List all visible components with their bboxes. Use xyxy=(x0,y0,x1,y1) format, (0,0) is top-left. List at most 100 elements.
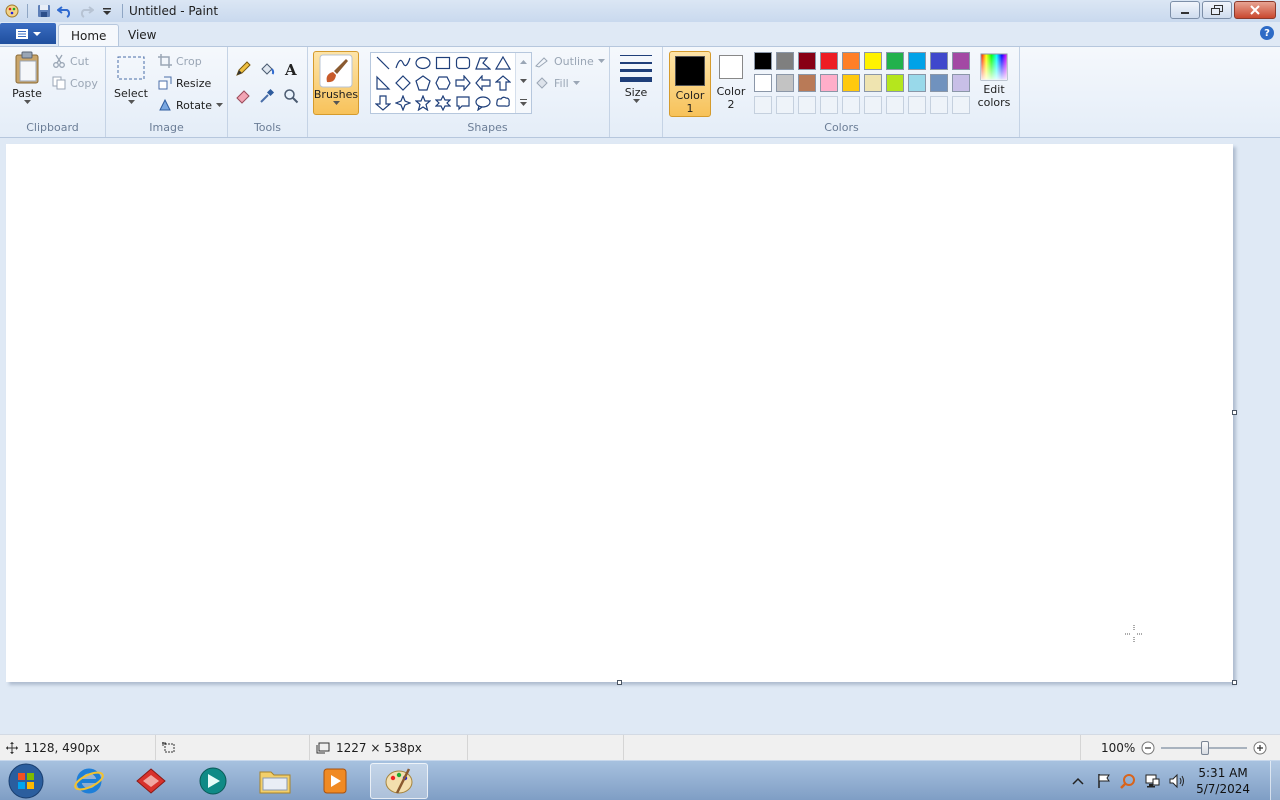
gallery-up-icon[interactable] xyxy=(520,60,527,65)
tab-home[interactable]: Home xyxy=(58,24,120,46)
brushes-button[interactable]: Brushes xyxy=(313,51,359,115)
edit-colors-button[interactable]: Edit colors xyxy=(974,53,1014,109)
pencil-icon[interactable] xyxy=(233,59,253,79)
left-arrow-shape-icon[interactable] xyxy=(473,73,493,93)
palette-swatch[interactable] xyxy=(798,74,816,92)
palette-swatch[interactable] xyxy=(754,74,772,92)
palette-swatch[interactable] xyxy=(820,52,838,70)
taskbar-internet-explorer[interactable] xyxy=(60,763,118,799)
rounded-callout-shape-icon[interactable] xyxy=(453,93,473,113)
zoom-out-icon[interactable] xyxy=(1141,741,1155,755)
palette-swatch[interactable] xyxy=(952,74,970,92)
canvas-workspace[interactable] xyxy=(0,138,1280,734)
zoom-slider-thumb[interactable] xyxy=(1201,741,1210,755)
palette-swatch[interactable] xyxy=(776,74,794,92)
palette-swatch[interactable] xyxy=(864,74,882,92)
file-menu-button[interactable] xyxy=(0,23,56,44)
palette-swatch[interactable] xyxy=(886,74,904,92)
eraser-icon[interactable] xyxy=(233,86,253,106)
taskbar-app-teal[interactable] xyxy=(184,763,242,799)
line-shape-icon[interactable] xyxy=(373,53,393,73)
action-center-flag-icon[interactable] xyxy=(1096,773,1112,789)
volume-icon[interactable] xyxy=(1168,773,1186,789)
taskbar-file-explorer[interactable] xyxy=(246,763,304,799)
palette-swatch[interactable] xyxy=(930,52,948,70)
text-tool-icon[interactable]: A xyxy=(281,59,301,79)
palette-swatch[interactable] xyxy=(776,52,794,70)
right-arrow-shape-icon[interactable] xyxy=(453,73,473,93)
help-icon[interactable]: ? xyxy=(1260,26,1274,40)
taskbar-app-red[interactable] xyxy=(122,763,180,799)
clock[interactable]: 5:31 AM 5/7/2024 xyxy=(1196,765,1250,797)
zoom-slider[interactable] xyxy=(1161,741,1248,755)
minimize-button[interactable] xyxy=(1170,1,1200,19)
drawing-canvas[interactable] xyxy=(6,144,1233,682)
palette-swatch[interactable] xyxy=(798,52,816,70)
resize-button[interactable]: Resize xyxy=(158,76,211,90)
palette-swatch[interactable] xyxy=(908,74,926,92)
up-arrow-shape-icon[interactable] xyxy=(493,73,513,93)
taskbar-media-player[interactable] xyxy=(306,763,364,799)
palette-swatch[interactable] xyxy=(842,74,860,92)
start-button[interactable] xyxy=(0,763,52,799)
customize-qat-icon[interactable] xyxy=(98,2,116,20)
resize-handle-corner[interactable] xyxy=(1232,680,1237,685)
gallery-expand-icon[interactable] xyxy=(520,98,527,106)
fill-button[interactable]: Fill xyxy=(534,76,580,90)
custom-color-slot[interactable] xyxy=(842,96,860,114)
custom-color-slot[interactable] xyxy=(952,96,970,114)
four-point-star-shape-icon[interactable] xyxy=(393,93,413,113)
down-arrow-shape-icon[interactable] xyxy=(373,93,393,113)
show-hidden-icons-icon[interactable] xyxy=(1072,776,1084,786)
paint-app-icon[interactable] xyxy=(3,2,21,20)
color2-button[interactable]: Color 2 xyxy=(714,55,748,111)
rectangle-shape-icon[interactable] xyxy=(433,53,453,73)
custom-color-slot[interactable] xyxy=(886,96,904,114)
cut-button[interactable]: Cut xyxy=(52,54,89,68)
crop-button[interactable]: Crop xyxy=(158,54,202,68)
size-button[interactable]: Size xyxy=(614,53,658,104)
palette-swatch[interactable] xyxy=(820,74,838,92)
custom-color-slot[interactable] xyxy=(820,96,838,114)
save-icon[interactable] xyxy=(35,2,53,20)
maximize-button[interactable] xyxy=(1202,1,1232,19)
resize-handle-bottom[interactable] xyxy=(617,680,622,685)
taskbar-paint[interactable] xyxy=(370,763,428,799)
custom-color-slot[interactable] xyxy=(930,96,948,114)
palette-swatch[interactable] xyxy=(908,52,926,70)
close-button[interactable] xyxy=(1234,1,1276,19)
custom-color-slot[interactable] xyxy=(776,96,794,114)
tab-view[interactable]: View xyxy=(116,24,168,46)
rounded-rectangle-shape-icon[interactable] xyxy=(453,53,473,73)
search-tray-icon[interactable] xyxy=(1120,773,1136,789)
right-triangle-shape-icon[interactable] xyxy=(373,73,393,93)
fill-bucket-icon[interactable] xyxy=(257,59,277,79)
show-desktop-button[interactable] xyxy=(1270,761,1280,800)
diamond-shape-icon[interactable] xyxy=(393,73,413,93)
oval-callout-shape-icon[interactable] xyxy=(473,93,493,113)
palette-swatch[interactable] xyxy=(864,52,882,70)
select-button[interactable]: Select xyxy=(114,55,148,105)
zoom-in-icon[interactable] xyxy=(1253,741,1267,755)
rotate-button[interactable]: Rotate xyxy=(158,98,224,112)
custom-color-slot[interactable] xyxy=(754,96,772,114)
paste-button[interactable]: Paste xyxy=(8,51,46,105)
custom-color-slot[interactable] xyxy=(864,96,882,114)
palette-swatch[interactable] xyxy=(886,52,904,70)
palette-swatch[interactable] xyxy=(842,52,860,70)
palette-swatch[interactable] xyxy=(754,52,772,70)
polygon-shape-icon[interactable] xyxy=(473,53,493,73)
cloud-callout-shape-icon[interactable] xyxy=(493,93,513,113)
magnifier-icon[interactable] xyxy=(281,86,301,106)
color-picker-icon[interactable] xyxy=(257,86,277,106)
undo-icon[interactable] xyxy=(56,2,74,20)
copy-button[interactable]: Copy xyxy=(52,76,98,90)
color1-button[interactable]: Color 1 xyxy=(669,51,711,117)
palette-swatch[interactable] xyxy=(952,52,970,70)
outline-button[interactable]: Outline xyxy=(534,54,605,68)
five-point-star-shape-icon[interactable] xyxy=(413,93,433,113)
curve-shape-icon[interactable] xyxy=(393,53,413,73)
pentagon-shape-icon[interactable] xyxy=(413,73,433,93)
resize-handle-right[interactable] xyxy=(1232,410,1237,415)
palette-swatch[interactable] xyxy=(930,74,948,92)
